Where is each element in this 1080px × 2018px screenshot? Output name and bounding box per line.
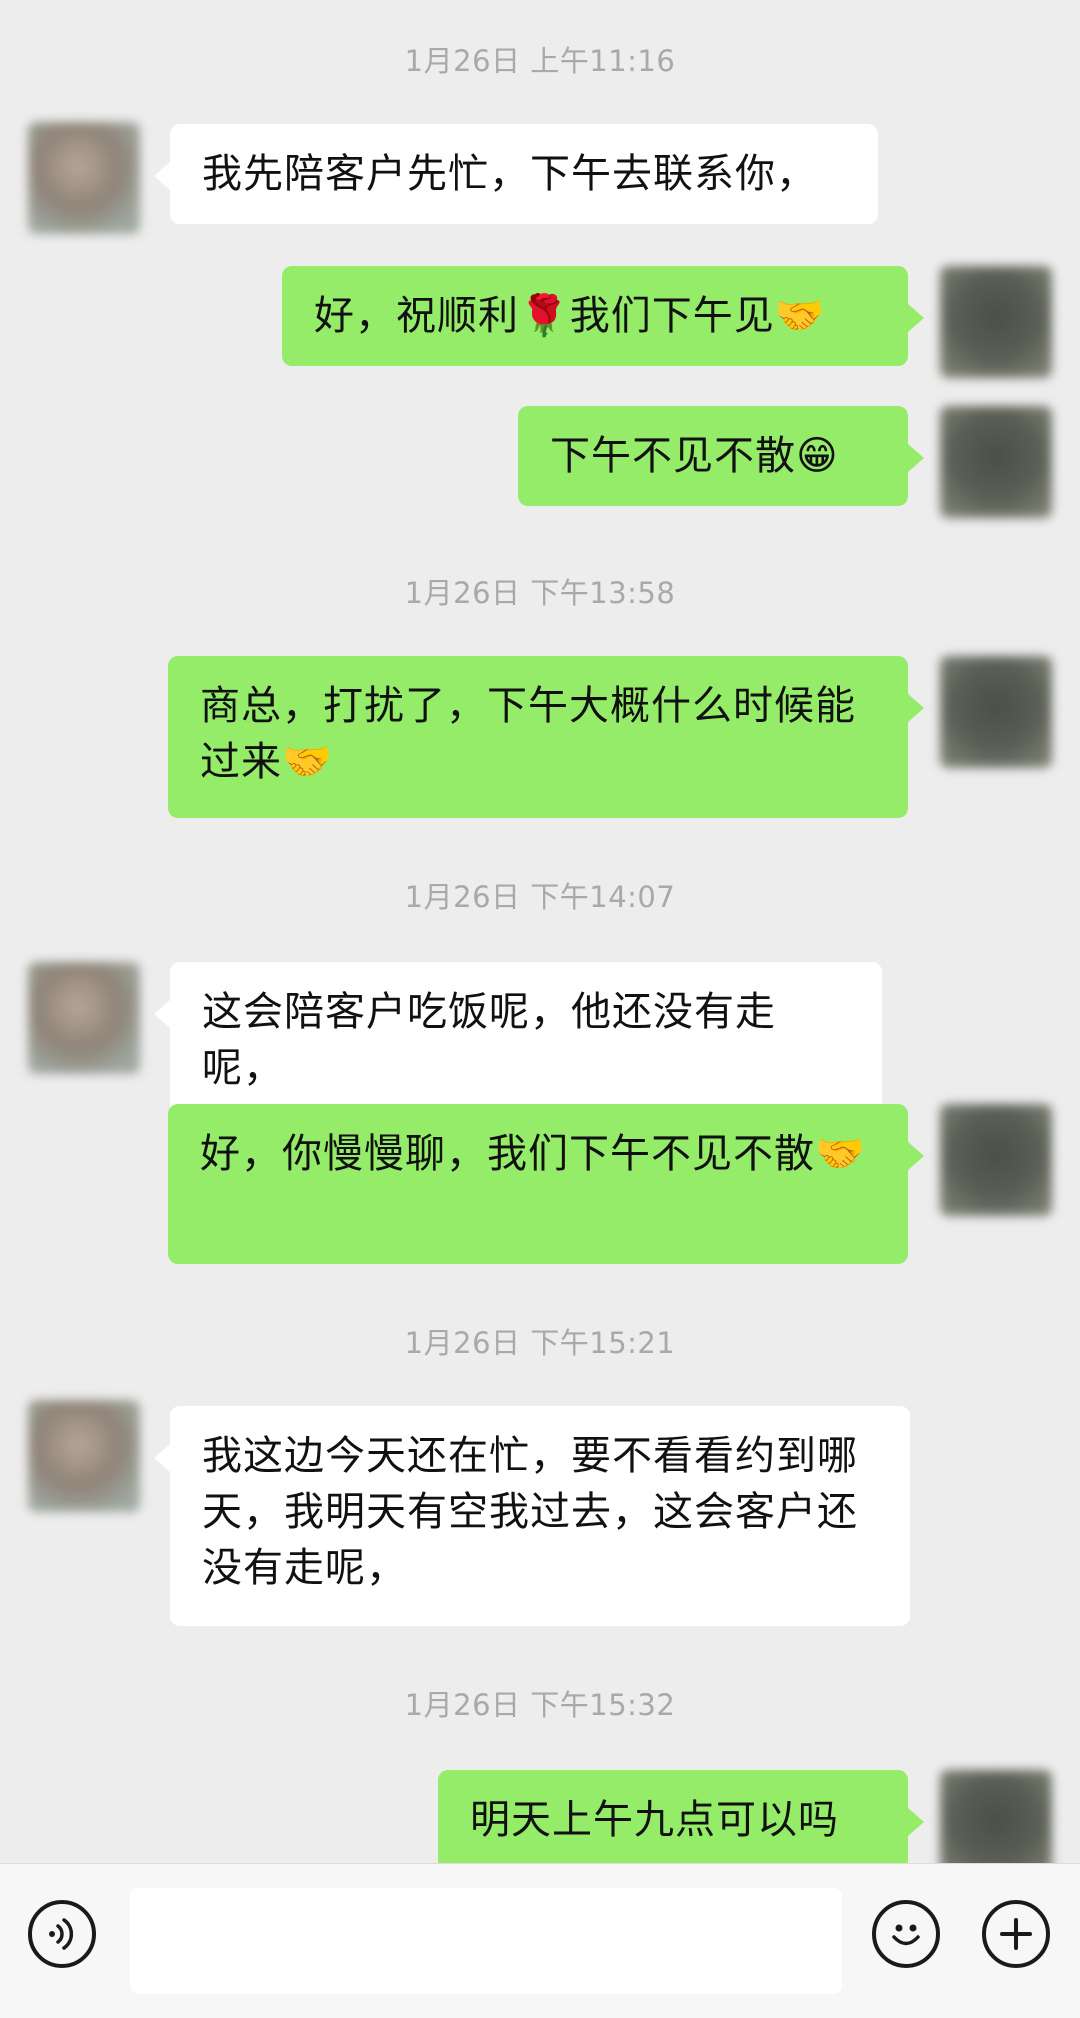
avatar[interactable] [940,406,1052,518]
avatar[interactable] [940,266,1052,378]
message-bubble-right[interactable]: 好，你慢慢聊，我们下午不见不散🤝 [168,1104,924,1264]
timestamp: 1月26日 下午13:58 [404,576,676,610]
emoji-icon[interactable] [872,1900,940,1968]
message-text: 好，你慢慢聊，我们下午不见不散🤝 [200,1131,866,1177]
avatar[interactable] [940,1770,1052,1863]
avatar[interactable] [28,1400,140,1512]
voice-icon [49,1918,74,1950]
timestamp: 1月26日 上午11:16 [404,44,676,78]
chat-area[interactable]: 1月26日 上午11:16 我先陪客户先忙，下午去联系你， 好，祝顺利🌹我们下午… [0,0,1080,1863]
avatar[interactable] [940,656,1052,768]
input-toolbar [0,1863,1080,2018]
message-bubble-right[interactable]: 商总，打扰了，下午大概什么时候能过来🤝 [168,656,924,818]
message-input[interactable] [130,1888,842,1994]
message-bubble-right[interactable]: 下午不见不散😁 [518,406,924,506]
voice-icon[interactable] [28,1900,96,1968]
avatar[interactable] [28,962,140,1074]
message-text: 我这边今天还在忙，要不看看约到哪天，我明天有空我过去，这会客户还没有走呢， [202,1433,858,1591]
emoji-icon [892,1924,920,1946]
message-bubble-left[interactable]: 这会陪客户吃饭呢，他还没有走呢， [154,962,882,1118]
message-text: 商总，打扰了，下午大概什么时候能过来🤝 [200,683,856,785]
timestamp: 1月26日 下午15:32 [404,1688,676,1722]
timestamp: 1月26日 下午14:07 [404,880,676,914]
message-bubble-right[interactable]: 明天上午九点可以吗 [438,1770,924,1863]
message-text: 我先陪客户先忙，下午去联系你， [202,151,817,197]
avatar[interactable] [940,1104,1052,1216]
message-bubble-left[interactable]: 我先陪客户先忙，下午去联系你， [154,124,878,224]
message-bubble-left[interactable]: 我这边今天还在忙，要不看看约到哪天，我明天有空我过去，这会客户还没有走呢， [154,1406,910,1626]
message-bubble-right[interactable]: 好，祝顺利🌹我们下午见🤝 [282,266,924,366]
avatar[interactable] [28,122,140,234]
plus-icon [1000,1918,1032,1950]
message-text: 好，祝顺利🌹我们下午见🤝 [314,293,826,339]
message-text: 明天上午九点可以吗 [470,1797,839,1843]
plus-icon[interactable] [982,1900,1050,1968]
message-text: 这会陪客户吃饭呢，他还没有走呢， [202,989,776,1091]
message-text: 下午不见不散😁 [550,433,839,479]
timestamp: 1月26日 下午15:21 [404,1326,676,1360]
